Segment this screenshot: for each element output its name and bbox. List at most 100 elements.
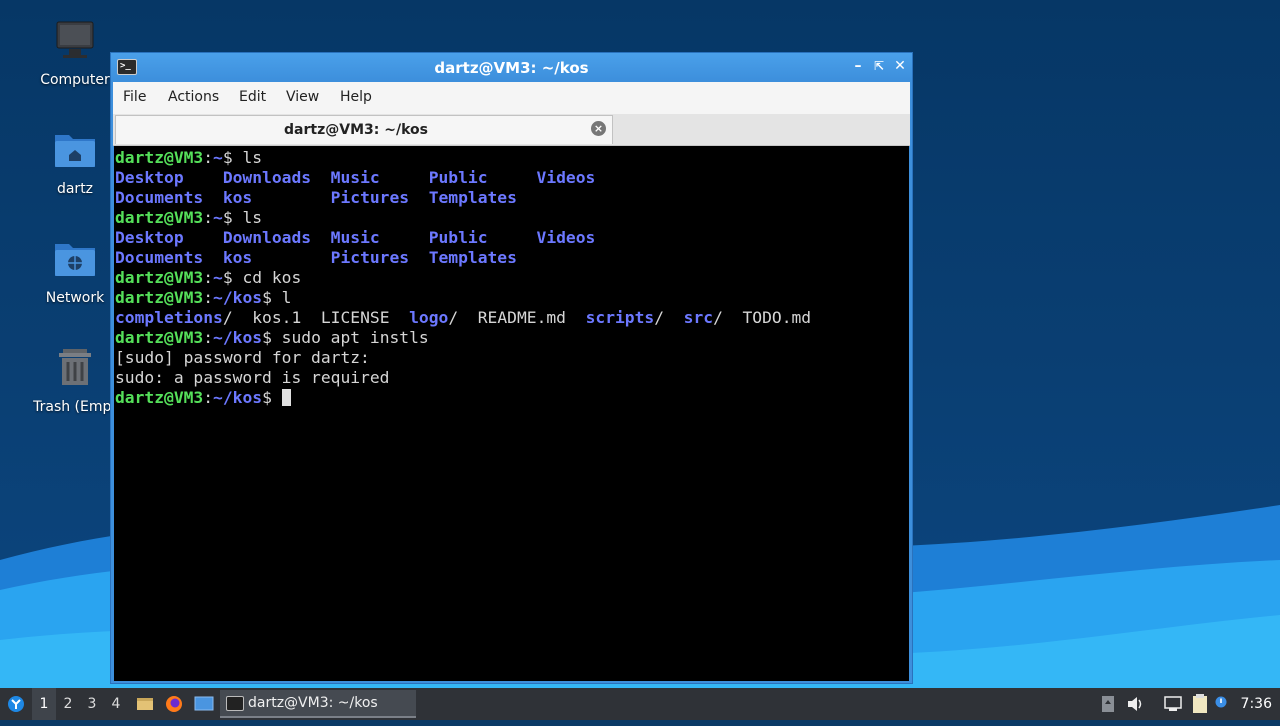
taskbar-terminal-item[interactable]: dartz@VM3: ~/kos [220,690,416,718]
window-titlebar[interactable]: >_ dartz@VM3: ~/kos – ⇱ ✕ [111,53,912,81]
workspace-2[interactable]: 2 [56,688,80,720]
dir-suffix: / [448,308,459,327]
directory-entry: Downloads [222,168,331,187]
file-entry: LICENSE [320,308,390,327]
workspace-1[interactable]: 1 [32,688,56,720]
prompt-user: dartz@VM3 [115,388,204,407]
command-text: $ [262,388,282,407]
terminal-tab[interactable]: dartz@VM3: ~/kos × [115,115,613,144]
prompt-path: ~/kos [213,388,263,407]
prompt-separator: : [203,148,214,167]
file-entry: kos.1 [252,308,302,327]
tab-label: dartz@VM3: ~/kos [284,122,428,138]
directory-entry: Documents [115,248,223,267]
terminal-line: sudo: a password is required [115,368,909,388]
notification-icon[interactable] [1214,688,1228,720]
computer-icon [51,18,99,66]
directory-entry: Desktop [115,228,223,247]
terminal-line: dartz@VM3:~$ ls [115,148,909,168]
dir-suffix: / [654,308,665,327]
terminal-line: Desktop Downloads Music Public Videos [115,168,909,188]
terminal-window: >_ dartz@VM3: ~/kos – ⇱ ✕ File Actions E… [110,52,913,684]
minimize-button[interactable]: – [849,57,867,75]
prompt-path: ~ [213,268,223,287]
prompt-separator: : [203,288,214,307]
command-text: $ ls [222,208,263,227]
directory-entry: Templates [428,248,517,267]
clipboard-icon[interactable] [1190,688,1210,720]
directory-entry: Documents [115,188,223,207]
menu-help[interactable]: Help [340,89,372,105]
lxqt-logo-icon [8,696,24,712]
file-entry: TODO.md [742,308,812,327]
prompt-separator: : [203,388,214,407]
directory-entry: src [683,308,714,327]
terminal-line: dartz@VM3:~/kos$ sudo apt instls [115,328,909,348]
directory-entry: Videos [536,228,596,247]
prompt-path: ~/kos [213,288,263,307]
directory-entry: Public [428,168,537,187]
close-button[interactable]: ✕ [891,57,909,75]
directory-entry: Desktop [115,168,223,187]
prompt-user: dartz@VM3 [115,208,204,227]
prompt-separator: : [203,268,214,287]
terminal-cursor [281,389,291,406]
terminal-line: completions/ kos.1 LICENSE logo/ README.… [115,308,909,328]
dir-suffix: / [713,308,723,327]
terminal-line: Documents kos Pictures Templates [115,188,909,208]
start-menu-button[interactable] [4,688,28,720]
prompt-path: ~ [213,208,223,227]
terminal-line: dartz@VM3:~/kos$ [115,388,909,408]
prompt-separator: : [203,328,214,347]
network-folder-icon [51,236,99,284]
prompt-path: ~ [213,148,223,167]
command-text: $ sudo apt instls [262,328,429,347]
drive-icon[interactable] [1098,688,1118,720]
command-text: $ ls [222,148,263,167]
directory-entry: Music [330,228,429,247]
taskbar-item-label: dartz@VM3: ~/kos [248,695,378,711]
menu-bar: File Actions Edit View Help [113,82,910,114]
clock[interactable]: 7:36 [1241,688,1272,720]
workspace-3[interactable]: 3 [80,688,104,720]
directory-entry: kos [222,248,331,267]
directory-entry: kos [222,188,331,207]
menu-file[interactable]: File [123,89,146,105]
menu-actions[interactable]: Actions [168,89,219,105]
directory-entry: Public [428,228,537,247]
terminal-line: dartz@VM3:~$ ls [115,208,909,228]
network-icon[interactable] [1162,688,1184,720]
home-folder-icon [51,127,99,175]
terminal-line: dartz@VM3:~/kos$ l [115,288,909,308]
terminal-output[interactable]: dartz@VM3:~$ ls Desktop Downloads Music P… [114,146,909,681]
file-entry: README.md [477,308,566,327]
directory-entry: Music [330,168,429,187]
maximize-button[interactable]: ⇱ [870,57,888,75]
firefox-icon[interactable] [162,688,186,720]
menu-view[interactable]: View [286,89,319,105]
directory-entry: Videos [536,168,596,187]
menu-edit[interactable]: Edit [239,89,266,105]
directory-entry: scripts [585,308,655,327]
output-text: [sudo] password for dartz: [115,348,370,367]
files-icon[interactable] [134,688,156,720]
volume-icon[interactable] [1124,688,1146,720]
terminal-line: dartz@VM3:~$ cd kos [115,268,909,288]
prompt-user: dartz@VM3 [115,268,204,287]
prompt-separator: : [203,208,214,227]
desktop-icon[interactable] [192,688,216,720]
directory-entry: Pictures [330,248,429,267]
directory-entry: Downloads [222,228,331,247]
directory-entry: logo [409,308,449,327]
terminal-line: Desktop Downloads Music Public Videos [115,228,909,248]
tab-close-icon[interactable]: × [591,121,606,136]
workspace-4[interactable]: 4 [104,688,128,720]
terminal-line: Documents kos Pictures Templates [115,248,909,268]
